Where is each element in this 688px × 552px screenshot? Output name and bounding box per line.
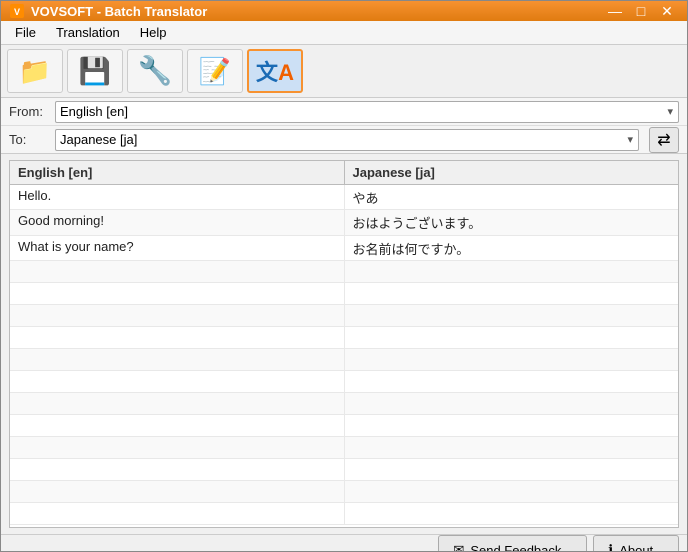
table-row: Hello.やあ [10, 185, 678, 210]
to-lang-row: To: Japanese [ja] English [en] French [f… [1, 126, 687, 154]
table-row [10, 481, 678, 503]
target-cell: やあ [345, 185, 679, 209]
bottom-bar: ✉ Send Feedback... ℹ About... [1, 534, 687, 552]
swap-icon: ⇄ [657, 130, 670, 150]
source-cell [10, 393, 345, 414]
target-cell [345, 393, 679, 414]
minimize-button[interactable]: — [603, 1, 627, 21]
tools-icon: 🔧 [138, 57, 173, 85]
source-cell [10, 305, 345, 326]
target-header: Japanese [ja] [345, 161, 679, 184]
translate-button[interactable]: 文A [247, 49, 303, 93]
app-window: V VOVSOFT - Batch Translator — □ ✕ File … [0, 0, 688, 552]
table-row: Good morning!おはようございます。 [10, 210, 678, 235]
notepad-button[interactable]: 📝 [187, 49, 243, 93]
about-label: About... [619, 543, 664, 552]
target-cell [345, 371, 679, 392]
target-cell [345, 503, 679, 524]
source-cell [10, 371, 345, 392]
swap-button[interactable]: ⇄ [649, 127, 679, 153]
source-cell [10, 437, 345, 458]
to-select-wrapper: Japanese [ja] English [en] French [fr] G… [55, 129, 639, 151]
app-icon: V [9, 3, 25, 19]
table-row [10, 283, 678, 305]
save-icon: 💾 [79, 56, 111, 87]
tools-button[interactable]: 🔧 [127, 49, 183, 93]
table-header: English [en] Japanese [ja] [10, 161, 678, 185]
toolbar: 📁 💾 🔧 📝 文A [1, 45, 687, 98]
close-button[interactable]: ✕ [655, 1, 679, 21]
title-bar-left: V VOVSOFT - Batch Translator [9, 3, 207, 19]
table-body: Hello.やあGood morning!おはようございます。What is y… [10, 185, 678, 525]
source-cell: Good morning! [10, 210, 345, 234]
source-cell: Hello. [10, 185, 345, 209]
translation-table: English [en] Japanese [ja] Hello.やあGood … [9, 160, 679, 528]
feedback-button[interactable]: ✉ Send Feedback... [438, 535, 587, 552]
source-cell [10, 415, 345, 436]
table-row [10, 393, 678, 415]
target-cell [345, 437, 679, 458]
about-icon: ℹ [608, 542, 613, 552]
source-cell: What is your name? [10, 236, 345, 260]
table-row [10, 437, 678, 459]
from-label: From: [9, 104, 49, 119]
table-row [10, 503, 678, 525]
target-cell [345, 459, 679, 480]
target-cell: おはようございます。 [345, 210, 679, 234]
maximize-button[interactable]: □ [629, 1, 653, 21]
svg-text:V: V [14, 7, 20, 17]
from-lang-row: From: English [en] Japanese [ja] French … [1, 98, 687, 126]
table-row [10, 261, 678, 283]
target-cell [345, 327, 679, 348]
window-title: VOVSOFT - Batch Translator [31, 4, 207, 19]
source-cell [10, 503, 345, 524]
target-cell [345, 481, 679, 502]
to-label: To: [9, 132, 49, 147]
from-select-wrapper: English [en] Japanese [ja] French [fr] G… [55, 101, 679, 123]
source-cell [10, 459, 345, 480]
menu-translation[interactable]: Translation [46, 23, 130, 42]
source-cell [10, 261, 345, 282]
target-cell [345, 305, 679, 326]
table-row [10, 305, 678, 327]
target-cell: お名前は何ですか。 [345, 236, 679, 260]
title-bar-controls: — □ ✕ [603, 1, 679, 21]
menu-bar: File Translation Help [1, 21, 687, 45]
table-row [10, 459, 678, 481]
table-row: What is your name?お名前は何ですか。 [10, 236, 678, 261]
table-row [10, 349, 678, 371]
title-bar: V VOVSOFT - Batch Translator — □ ✕ [1, 1, 687, 21]
table-row [10, 371, 678, 393]
save-button[interactable]: 💾 [67, 49, 123, 93]
target-cell [345, 283, 679, 304]
table-row [10, 327, 678, 349]
menu-help[interactable]: Help [130, 23, 177, 42]
from-lang-select[interactable]: English [en] Japanese [ja] French [fr] G… [55, 101, 679, 123]
source-cell [10, 349, 345, 370]
folder-icon: 📁 [19, 56, 51, 87]
source-cell [10, 327, 345, 348]
source-cell [10, 283, 345, 304]
source-cell [10, 481, 345, 502]
to-lang-select[interactable]: Japanese [ja] English [en] French [fr] G… [55, 129, 639, 151]
target-cell [345, 261, 679, 282]
feedback-label: Send Feedback... [470, 543, 572, 552]
target-cell [345, 349, 679, 370]
feedback-icon: ✉ [453, 542, 464, 552]
translate-icon: 文A [256, 55, 294, 87]
open-button[interactable]: 📁 [7, 49, 63, 93]
table-row [10, 415, 678, 437]
target-cell [345, 415, 679, 436]
about-button[interactable]: ℹ About... [593, 535, 679, 552]
notepad-icon: 📝 [199, 58, 231, 84]
main-content: From: English [en] Japanese [ja] French … [1, 98, 687, 534]
source-header: English [en] [10, 161, 345, 184]
menu-file[interactable]: File [5, 23, 46, 42]
